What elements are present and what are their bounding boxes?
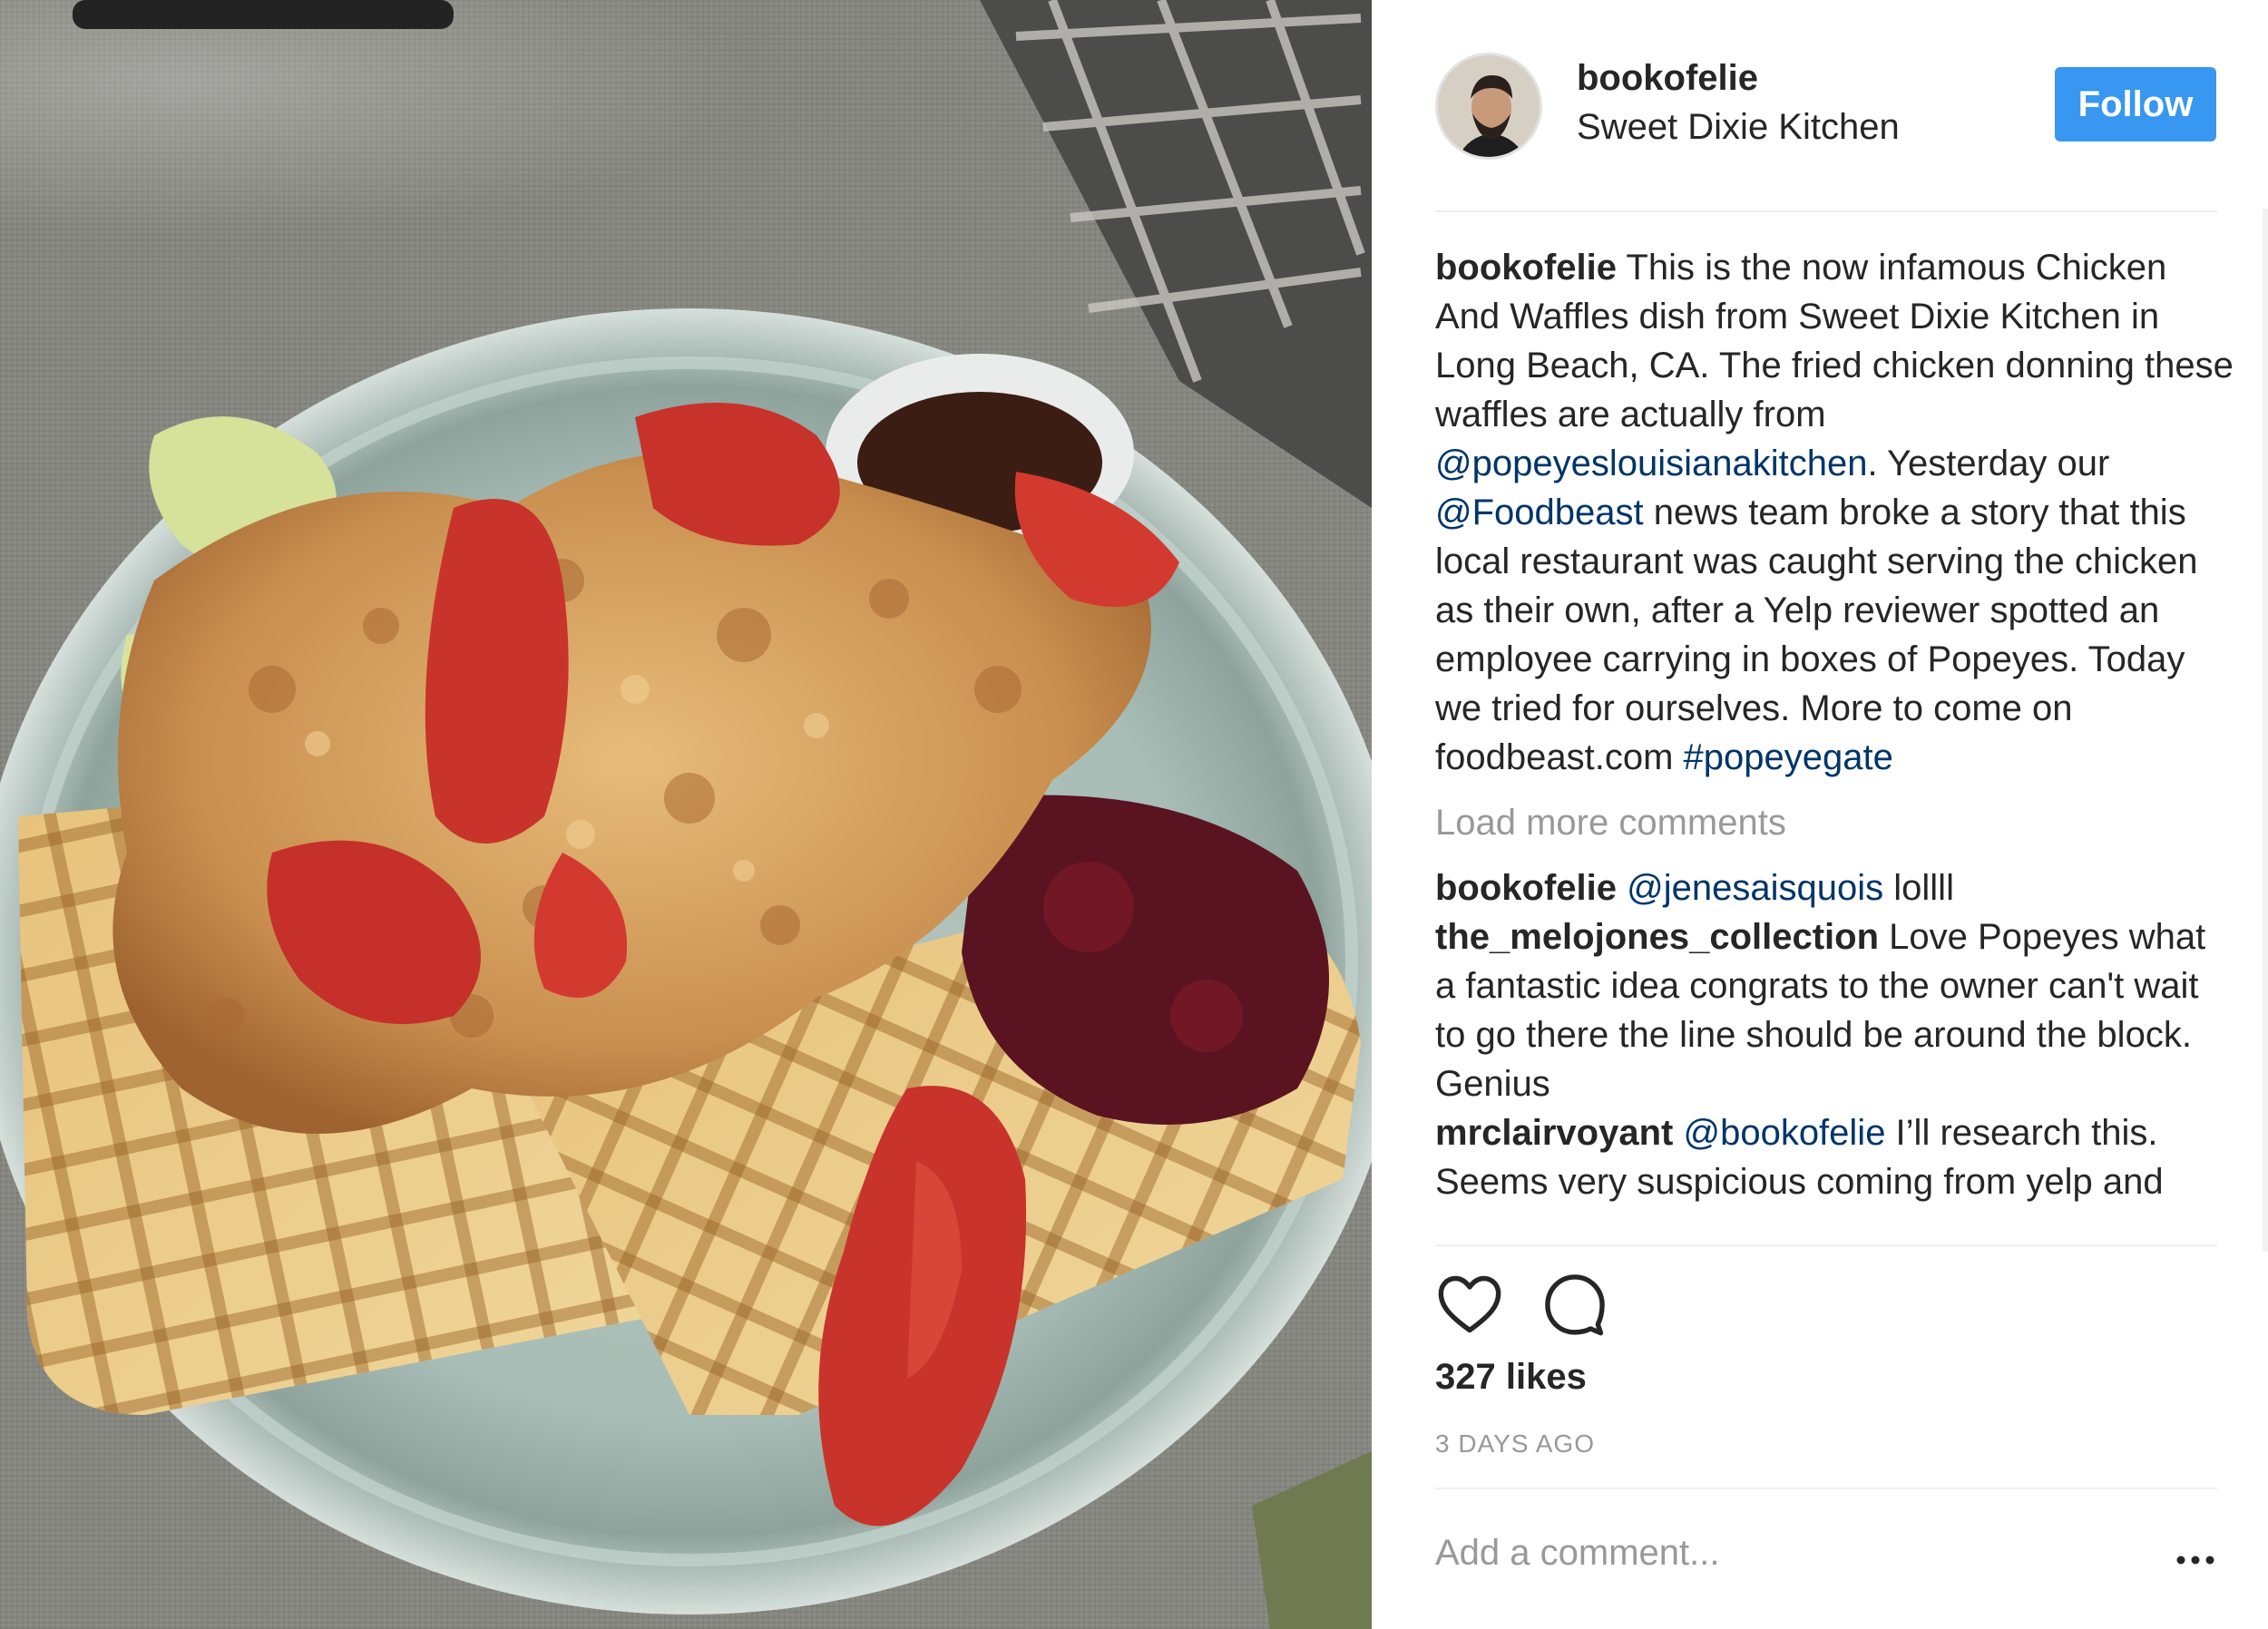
comment-item: bookofelie @jenesaisquois lollll (1435, 863, 2234, 912)
post-username[interactable]: bookofelie (1577, 58, 1758, 99)
caption: bookofelie This is the now infamous Chic… (1435, 243, 2234, 782)
comment-text: lollll (1883, 868, 1954, 908)
mention-link[interactable]: @popeyeslouisianakitchen (1435, 444, 1867, 483)
heart-icon[interactable] (1435, 1270, 1508, 1342)
comments-scrollbar[interactable] (2263, 209, 2268, 1252)
avatar[interactable] (1435, 53, 1542, 160)
post-sidebar: bookofelie Sweet Dixie Kitchen Follow bo… (1372, 0, 2268, 1629)
post-timestamp[interactable]: 3 DAYS AGO (1435, 1429, 1595, 1458)
post-photo[interactable] (0, 0, 1372, 1629)
comment-bubble-icon[interactable] (1540, 1270, 1613, 1342)
caption-text-2: . Yesterday our (1867, 444, 2110, 483)
likes-count[interactable]: 327 likes (1435, 1357, 1587, 1398)
comments-divider (1435, 1244, 2217, 1246)
comment-item: mrclairvoyant @bookofelie I’ll research … (1435, 1108, 2234, 1206)
mention-link[interactable]: @Foodbeast (1435, 493, 1644, 532)
add-comment-divider (1435, 1488, 2217, 1489)
mention-link[interactable]: @jenesaisquois (1627, 868, 1883, 908)
comment-username[interactable]: mrclairvoyant (1435, 1113, 1673, 1153)
comment-username[interactable]: bookofelie (1435, 868, 1617, 908)
caption-text-3: news team broke a story that this local … (1435, 493, 2198, 777)
more-options-icon[interactable] (2174, 1542, 2217, 1578)
follow-button[interactable]: Follow (2055, 67, 2216, 141)
caption-username[interactable]: bookofelie (1435, 248, 1617, 288)
comment-item: the_melojones_collection Love Popeyes wh… (1435, 912, 2234, 1108)
mention-link[interactable]: @bookofelie (1683, 1113, 1885, 1153)
add-comment-input[interactable] (1435, 1533, 2125, 1574)
hashtag-link[interactable]: #popeyegate (1684, 737, 1893, 777)
load-more-comments-button[interactable]: Load more comments (1435, 798, 2234, 847)
comments-list: bookofelie This is the now infamous Chic… (1435, 243, 2234, 1243)
chicken-and-waffles-image (0, 0, 1372, 1629)
comment-username[interactable]: the_melojones_collection (1435, 917, 1879, 957)
header-divider (1435, 210, 2217, 212)
post-header: bookofelie Sweet Dixie Kitchen Follow (1372, 0, 2268, 210)
post-location[interactable]: Sweet Dixie Kitchen (1577, 107, 1900, 148)
profile-picture-icon (1438, 55, 1540, 157)
